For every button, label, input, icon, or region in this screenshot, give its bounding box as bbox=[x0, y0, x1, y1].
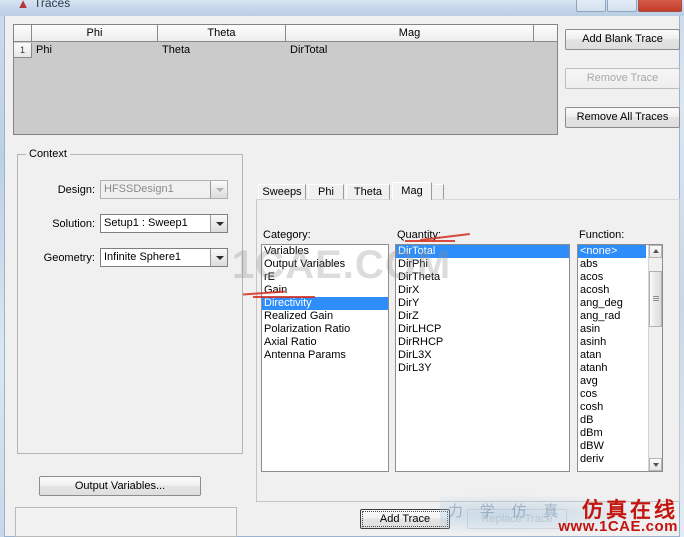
list-item[interactable]: DirY bbox=[396, 297, 569, 310]
traces-dialog-window: ▲ Traces Phi Theta Mag 1 Phi Theta DirTo… bbox=[0, 0, 684, 537]
dialog-body: Phi Theta Mag 1 Phi Theta DirTotal Add B… bbox=[4, 16, 680, 537]
add-trace-button[interactable]: Add Trace bbox=[360, 509, 450, 529]
minimize-button[interactable] bbox=[576, 0, 606, 12]
list-item[interactable]: DirL3Y bbox=[396, 362, 569, 375]
list-item[interactable]: DirPhi bbox=[396, 258, 569, 271]
geometry-combobox[interactable]: Infinite Sphere1 bbox=[100, 248, 228, 267]
watermark-ghost-cn: 力 学 仿 真 bbox=[448, 502, 565, 520]
list-item-selected[interactable]: <none> bbox=[578, 245, 646, 258]
list-item[interactable]: DirL3X bbox=[396, 349, 569, 362]
scrollbar-thumb[interactable] bbox=[649, 271, 662, 327]
list-item[interactable]: Antenna Params bbox=[262, 349, 388, 362]
table-row[interactable]: 1 Phi Theta DirTotal bbox=[14, 42, 557, 58]
ansys-logo-icon: ▲ bbox=[16, 0, 30, 11]
list-item[interactable]: DirRHCP bbox=[396, 336, 569, 349]
list-item[interactable]: Axial Ratio bbox=[262, 336, 388, 349]
scroll-down-icon[interactable] bbox=[649, 458, 662, 471]
list-item[interactable]: Output Variables bbox=[262, 258, 388, 271]
watermark-brand-url: www.1CAE.com bbox=[558, 518, 678, 535]
tab-sweeps[interactable]: Sweeps bbox=[258, 184, 306, 199]
list-item[interactable]: Gain bbox=[262, 284, 388, 297]
tab-theta[interactable]: Theta bbox=[346, 184, 390, 199]
grid-header-mag[interactable]: Mag bbox=[286, 25, 534, 42]
design-combobox[interactable]: HFSSDesign1 bbox=[100, 180, 228, 199]
context-legend: Context bbox=[26, 148, 70, 160]
function-list-scrollbar[interactable] bbox=[648, 245, 662, 471]
traces-grid[interactable]: Phi Theta Mag 1 Phi Theta DirTotal bbox=[13, 24, 558, 135]
grid-header-phi[interactable]: Phi bbox=[32, 25, 158, 42]
scrollbar-grip-icon bbox=[653, 296, 659, 301]
row-number[interactable]: 1 bbox=[14, 42, 32, 58]
list-item[interactable]: Realized Gain bbox=[262, 310, 388, 323]
close-button[interactable] bbox=[638, 0, 682, 12]
list-item[interactable]: DirLHCP bbox=[396, 323, 569, 336]
function-listbox[interactable]: <none> abs acos acosh ang_deg ang_rad as… bbox=[577, 244, 663, 472]
list-item[interactable]: DirX bbox=[396, 284, 569, 297]
output-variables-button[interactable]: Output Variables... bbox=[39, 476, 201, 496]
list-item[interactable]: Polarization Ratio bbox=[262, 323, 388, 336]
quantity-label: Quantity: bbox=[397, 229, 442, 241]
tab-phi[interactable]: Phi bbox=[308, 184, 344, 199]
remove-all-traces-button[interactable]: Remove All Traces bbox=[565, 107, 680, 128]
grid-header-corner[interactable] bbox=[14, 25, 32, 42]
design-label: Design: bbox=[57, 184, 95, 196]
maximize-button[interactable] bbox=[607, 0, 637, 12]
geometry-value: Infinite Sphere1 bbox=[104, 251, 182, 263]
grid-header-theta[interactable]: Theta bbox=[158, 25, 286, 42]
function-label: Function: bbox=[579, 229, 625, 241]
quantity-tabs: Sweeps Phi Theta Mag bbox=[258, 182, 678, 200]
quantity-listbox[interactable]: DirTotal DirPhi DirTheta DirX DirY DirZ … bbox=[395, 244, 570, 472]
window-titlebar: ▲ Traces bbox=[0, 0, 684, 16]
tab-mag[interactable]: Mag bbox=[392, 182, 432, 200]
tab-overflow bbox=[434, 184, 444, 199]
chevron-down-icon[interactable] bbox=[210, 249, 227, 266]
window-title: Traces bbox=[34, 0, 71, 10]
remove-trace-button[interactable]: Remove Trace bbox=[565, 68, 680, 89]
context-groupbox: Context bbox=[17, 148, 243, 454]
window-controls bbox=[576, 0, 682, 12]
list-item[interactable]: DirZ bbox=[396, 310, 569, 323]
row-cell-phi[interactable]: Phi bbox=[32, 43, 158, 58]
list-item-selected[interactable]: Directivity bbox=[262, 297, 388, 310]
add-blank-trace-button[interactable]: Add Blank Trace bbox=[565, 29, 680, 50]
scroll-up-icon[interactable] bbox=[649, 245, 662, 258]
bottom-left-status-panel bbox=[15, 507, 237, 537]
row-cell-theta[interactable]: Theta bbox=[158, 43, 286, 58]
category-label: Category: bbox=[263, 229, 311, 241]
solution-value: Setup1 : Sweep1 bbox=[104, 217, 188, 229]
category-listbox[interactable]: Variables Output Variables rE Gain Direc… bbox=[261, 244, 389, 472]
solution-combobox[interactable]: Setup1 : Sweep1 bbox=[100, 214, 228, 233]
list-item[interactable]: rE bbox=[262, 271, 388, 284]
list-item-selected[interactable]: DirTotal bbox=[396, 245, 569, 258]
grid-header-spacer bbox=[534, 25, 557, 42]
traces-grid-header: Phi Theta Mag bbox=[14, 25, 557, 42]
geometry-label: Geometry: bbox=[43, 252, 95, 264]
solution-label: Solution: bbox=[52, 218, 95, 230]
row-cell-mag[interactable]: DirTotal bbox=[286, 43, 534, 58]
chevron-down-icon[interactable] bbox=[210, 181, 227, 198]
design-value: HFSSDesign1 bbox=[104, 183, 174, 195]
chevron-down-icon[interactable] bbox=[210, 215, 227, 232]
traces-grid-rows: 1 Phi Theta DirTotal bbox=[14, 42, 557, 134]
list-item[interactable]: DirTheta bbox=[396, 271, 569, 284]
list-item[interactable]: Variables bbox=[262, 245, 388, 258]
